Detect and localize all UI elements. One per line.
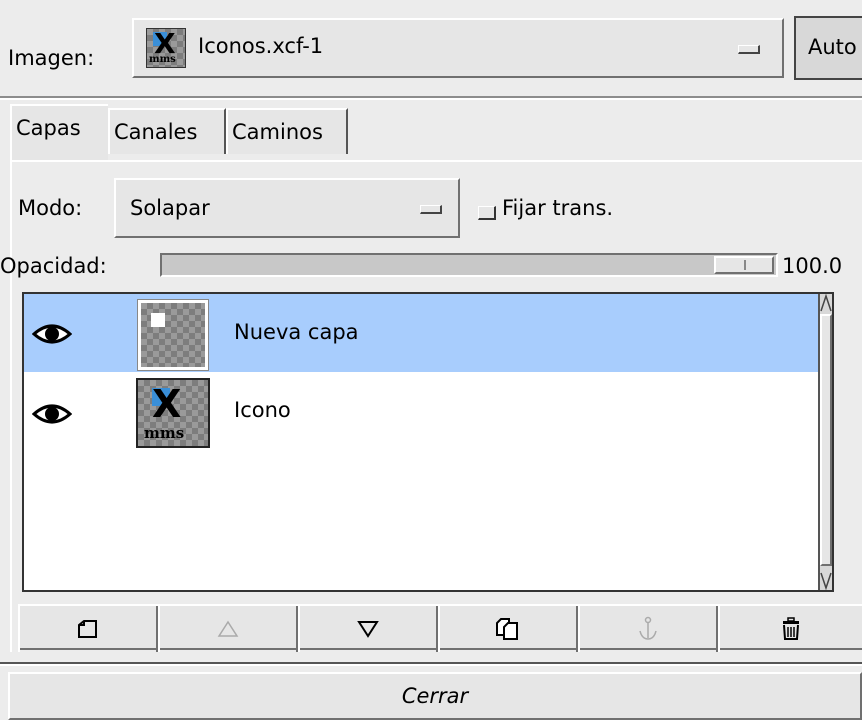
duplicate-layer-icon <box>496 618 518 640</box>
raise-layer-icon <box>217 620 239 637</box>
tab-canales[interactable]: Canales <box>108 108 226 154</box>
tab-canales-label: Canales <box>114 120 198 144</box>
new-layer-icon <box>78 620 97 638</box>
dropdown-indicator-icon <box>738 45 760 54</box>
lower-layer-icon <box>357 621 379 638</box>
tab-capas-label: Capas <box>16 116 81 140</box>
eye-icon[interactable] <box>32 402 72 426</box>
dropdown-indicator-icon <box>420 205 442 214</box>
close-button-label: Cerrar <box>401 684 469 708</box>
image-label: Imagen: <box>8 46 95 70</box>
scrollbar-thumb[interactable] <box>820 314 832 566</box>
scroll-down-arrow-icon[interactable] <box>820 572 832 590</box>
eye-icon[interactable] <box>32 322 72 346</box>
tab-capas[interactable]: Capas <box>10 104 108 160</box>
keep-trans-label: Fijar trans. <box>502 196 614 220</box>
mode-select[interactable]: Solapar <box>114 178 460 238</box>
anchor-layer-button[interactable] <box>578 606 718 652</box>
layer-thumbnail: X mms <box>136 378 210 448</box>
separator <box>0 96 862 100</box>
raise-layer-button[interactable] <box>158 606 298 652</box>
keep-trans-checkbox[interactable] <box>478 206 496 220</box>
opacity-slider[interactable] <box>160 253 778 277</box>
auto-button[interactable]: Auto <box>794 16 862 80</box>
tab-caminos[interactable]: Caminos <box>226 108 348 154</box>
anchor-layer-icon <box>639 616 657 640</box>
scroll-up-arrow-icon[interactable] <box>820 294 832 312</box>
vertical-scrollbar[interactable] <box>818 294 832 590</box>
lower-layer-button[interactable] <box>298 606 438 652</box>
new-layer-button[interactable] <box>18 606 158 652</box>
mode-select-value: Solapar <box>130 196 210 220</box>
layer-name: Nueva capa <box>234 320 359 344</box>
logo-mms-text: mms <box>149 54 176 65</box>
layers-toolbar <box>18 604 862 652</box>
separator <box>0 662 862 666</box>
auto-button-label: Auto <box>808 35 857 59</box>
delete-layer-icon <box>783 617 799 640</box>
image-thumbnail-icon: X mms <box>146 27 186 68</box>
opacity-label: Opacidad: <box>0 254 107 278</box>
logo-x-text: X <box>152 382 182 426</box>
delete-layer-button[interactable] <box>718 606 862 652</box>
layer-name: Icono <box>234 398 291 422</box>
layers-list[interactable]: Nueva capa X mms Icono <box>22 292 834 592</box>
tab-caminos-label: Caminos <box>232 120 323 144</box>
layer-row[interactable]: Nueva capa <box>24 294 822 372</box>
layer-row[interactable]: X mms Icono <box>24 372 822 450</box>
layer-thumbnail <box>138 300 208 370</box>
image-selector-value: Iconos.xcf-1 <box>198 34 324 58</box>
opacity-value: 100.0 <box>782 254 843 278</box>
logo-mms-text: mms <box>144 424 185 442</box>
opacity-slider-handle[interactable] <box>714 256 774 274</box>
close-button[interactable]: Cerrar <box>8 672 862 720</box>
mode-label: Modo: <box>18 196 83 220</box>
duplicate-layer-button[interactable] <box>438 606 578 652</box>
image-selector[interactable]: X mms Iconos.xcf-1 <box>132 18 784 78</box>
